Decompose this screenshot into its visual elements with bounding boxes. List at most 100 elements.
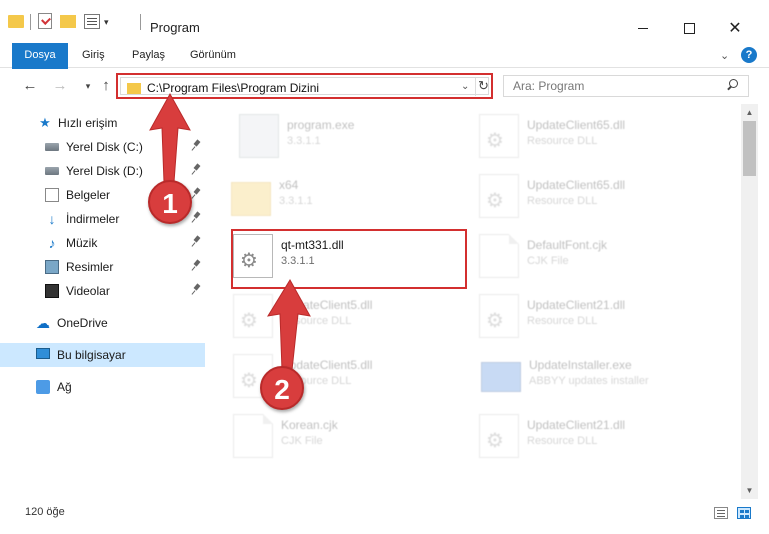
- file-detail: Resource DLL: [527, 315, 598, 327]
- sidebar-item-label: Hızlı erişim: [58, 116, 118, 130]
- help-icon[interactable]: ?: [741, 47, 757, 63]
- file-name: UpdateClient65.dll: [527, 118, 626, 132]
- file-detail: 3.3.1.1: [279, 195, 313, 207]
- sidebar-item-videos[interactable]: Videolar: [0, 279, 205, 303]
- file-name: UpdateClient65.dll: [527, 178, 626, 192]
- installer-icon: [481, 362, 521, 392]
- file-item[interactable]: UpdateInstaller.exe ABBYY updates instal…: [481, 350, 719, 406]
- arrow-annotation-1: [149, 92, 191, 183]
- file-detail: 3.3.1.1: [287, 135, 321, 147]
- item-count: 120 öğe: [25, 506, 65, 518]
- pin-icon: [192, 260, 201, 272]
- recent-locations-icon[interactable]: ▾: [78, 77, 98, 95]
- sidebar-item-music[interactable]: ♪ Müzik: [0, 231, 205, 255]
- pin-icon: [192, 284, 201, 296]
- refresh-button[interactable]: ↻: [475, 78, 491, 96]
- minimize-button[interactable]: [620, 14, 666, 42]
- file-item[interactable]: x64 3.3.1.1: [231, 170, 469, 226]
- tab-gorunum[interactable]: Görünüm: [178, 43, 248, 68]
- large-icons-view-icon[interactable]: [737, 507, 751, 519]
- sidebar-item-label: Yerel Disk (D:): [66, 164, 143, 178]
- star-icon: ★: [39, 115, 51, 130]
- dll-icon: [479, 414, 519, 458]
- download-icon: ↓: [48, 211, 56, 227]
- file-name: UpdateClient21.dll: [527, 418, 626, 432]
- forward-button[interactable]: →: [50, 77, 70, 95]
- customize-quick-access-icon[interactable]: ▾: [104, 17, 109, 28]
- vertical-scrollbar[interactable]: ▲ ▼: [741, 104, 758, 499]
- title-bar: ▾ Program ✕: [0, 0, 769, 42]
- network-icon: [36, 380, 50, 394]
- search-icon[interactable]: [726, 79, 738, 91]
- sidebar-item-label: Yerel Disk (C:): [66, 140, 143, 154]
- maximize-icon: [683, 22, 695, 34]
- drive-icon: [45, 167, 59, 175]
- file-detail: Resource DLL: [527, 435, 598, 447]
- back-button[interactable]: ←: [20, 77, 40, 95]
- step-badge-2: 2: [260, 366, 304, 410]
- file-icon: [479, 234, 519, 278]
- sidebar-item-label: Bu bilgisayar: [57, 348, 126, 362]
- file-item[interactable]: UpdateClient65.dll Resource DLL: [479, 170, 717, 226]
- folder-icon: [8, 15, 24, 28]
- file-item[interactable]: UpdateClient21.dll Resource DLL: [479, 290, 717, 346]
- file-item[interactable]: UpdateClient21.dll Resource DLL: [479, 410, 717, 466]
- file-name: UpdateInstaller.exe: [529, 358, 632, 372]
- sidebar-item-network[interactable]: Ağ: [0, 375, 205, 399]
- sidebar-item-label: İndirmeler: [66, 212, 120, 226]
- tab-paylas[interactable]: Paylaş: [120, 43, 177, 68]
- documents-icon: [45, 188, 59, 202]
- close-button[interactable]: ✕: [712, 14, 758, 42]
- dll-icon: [479, 294, 519, 338]
- properties-check-icon[interactable]: [38, 13, 52, 29]
- drive-icon: [45, 143, 59, 151]
- tab-giris[interactable]: Giriş: [70, 43, 117, 68]
- file-item[interactable]: Korean.cjk CJK File: [233, 410, 471, 466]
- file-item[interactable]: UpdateClient65.dll Resource DLL: [479, 110, 717, 166]
- ribbon-expand-icon[interactable]: ⌄: [720, 49, 729, 62]
- scroll-up-icon[interactable]: ▲: [741, 104, 758, 121]
- dll-icon: [479, 114, 519, 158]
- file-detail: CJK File: [527, 255, 569, 267]
- videos-icon: [45, 284, 59, 298]
- file-item[interactable]: DefaultFont.cjk CJK File: [479, 230, 717, 286]
- sidebar-item-label: Müzik: [66, 236, 98, 250]
- minimize-icon: [638, 27, 648, 29]
- sidebar-item-onedrive[interactable]: ☁ OneDrive: [0, 311, 205, 335]
- quick-access-props-icon[interactable]: [84, 14, 100, 29]
- sidebar-item-label: Belgeler: [66, 188, 111, 202]
- search-box[interactable]: Ara: Program: [503, 75, 749, 97]
- folder-icon: [127, 83, 141, 94]
- pictures-icon: [45, 260, 59, 274]
- folder-icon: [231, 182, 271, 216]
- file-name: UpdateClient21.dll: [527, 298, 626, 312]
- pin-icon: [192, 236, 201, 248]
- arrow-annotation-2: [267, 279, 311, 371]
- dll-icon: [479, 174, 519, 218]
- address-dropdown-icon[interactable]: ⌄: [461, 81, 469, 92]
- scroll-thumb[interactable]: [743, 121, 756, 176]
- search-placeholder[interactable]: Ara: Program: [513, 79, 584, 93]
- file-detail: CJK File: [281, 435, 323, 447]
- file-detail: ABBYY updates installer: [529, 375, 649, 387]
- exe-icon: [239, 114, 279, 158]
- title-separator: [140, 14, 141, 30]
- navigation-bar: ← → ▾ ↑ C:\Program Files\Program Dizini …: [0, 69, 769, 103]
- onedrive-icon: ☁: [36, 315, 50, 331]
- music-icon: ♪: [48, 235, 56, 251]
- up-button[interactable]: ↑: [96, 77, 116, 95]
- maximize-button[interactable]: [666, 14, 712, 42]
- file-item[interactable]: program.exe 3.3.1.1: [239, 110, 477, 166]
- new-folder-icon[interactable]: [60, 15, 76, 28]
- file-name: Korean.cjk: [281, 418, 338, 432]
- ribbon-tabs: Dosya Giriş Paylaş Görünüm ⌄ ?: [0, 43, 769, 99]
- file-detail: Resource DLL: [527, 135, 598, 147]
- sidebar-item-label: Resimler: [66, 260, 114, 274]
- sidebar-item-pictures[interactable]: Resimler: [0, 255, 205, 279]
- sidebar-item-label: OneDrive: [57, 316, 108, 330]
- sidebar-item-this-pc[interactable]: Bu bilgisayar: [0, 343, 205, 367]
- step-badge-1: 1: [148, 180, 192, 224]
- details-view-icon[interactable]: [714, 507, 728, 519]
- sidebar-item-label: Videolar: [66, 284, 110, 298]
- scroll-down-icon[interactable]: ▼: [741, 482, 758, 499]
